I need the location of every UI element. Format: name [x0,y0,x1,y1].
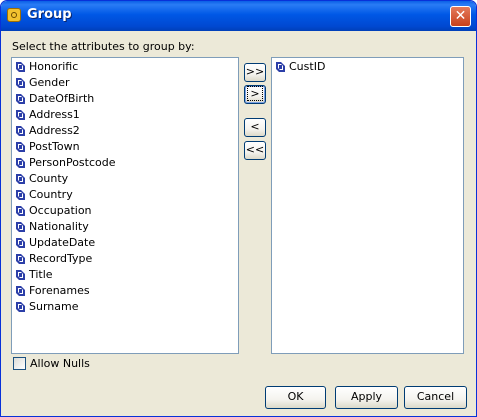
attribute-icon [16,222,25,232]
available-attribute-item-label: Address1 [29,108,80,121]
available-attribute-item-label: Surname [29,300,79,313]
attribute-icon [16,62,25,72]
remove-all-button[interactable]: << [244,141,266,160]
attribute-icon [16,302,25,312]
close-icon[interactable]: ✕ [450,6,471,27]
selected-attributes-list[interactable]: CustID [271,57,464,354]
available-attribute-item-label: Address2 [29,124,80,137]
available-attribute-item[interactable]: Nationality [12,219,238,235]
available-attribute-item[interactable]: Country [12,187,238,203]
available-attribute-item[interactable]: Gender [12,75,238,91]
attribute-icon [16,190,25,200]
available-attribute-item-label: Honorific [29,60,79,73]
available-attribute-item[interactable]: PostTown [12,139,238,155]
available-attribute-item[interactable]: County [12,171,238,187]
available-attribute-item[interactable]: PersonPostcode [12,155,238,171]
attribute-icon [16,238,25,248]
attribute-icon [16,142,25,152]
attribute-icon [16,206,25,216]
available-attribute-item[interactable]: Honorific [12,59,238,75]
attribute-icon [16,78,25,88]
add-all-button[interactable]: >> [244,63,266,82]
apply-button[interactable]: Apply [335,386,398,409]
remove-button[interactable]: < [244,118,266,137]
available-attribute-item[interactable]: Title [12,267,238,283]
available-attribute-item-label: RecordType [29,252,93,265]
attribute-icon [16,110,25,120]
attribute-icon [276,62,285,72]
available-attribute-item[interactable]: UpdateDate [12,235,238,251]
allow-nulls-checkbox[interactable] [13,357,26,370]
available-attribute-item-label: Occupation [29,204,92,217]
attribute-icon [16,254,25,264]
available-attribute-item-label: Gender [29,76,70,89]
available-attributes-list[interactable]: Honorific Gender DateOfBirth Address1 Addres… [11,57,239,354]
available-attribute-item[interactable]: DateOfBirth [12,91,238,107]
attribute-icon [16,158,25,168]
group-dialog: Group ✕ Select the attributes to group b… [0,0,477,417]
available-attribute-item-label: Title [29,268,53,281]
available-attribute-item-label: County [29,172,69,185]
available-attribute-item-label: PostTown [29,140,80,153]
attribute-icon [16,270,25,280]
available-attribute-item-label: Nationality [29,220,89,233]
available-attribute-item-label: Country [29,188,73,201]
selected-attribute-item[interactable]: CustID [272,59,463,75]
available-attribute-item[interactable]: Occupation [12,203,238,219]
group-app-icon [7,8,21,22]
selected-attribute-item-label: CustID [289,60,326,73]
available-attribute-item[interactable]: Address2 [12,123,238,139]
available-attribute-item[interactable]: Address1 [12,107,238,123]
group-by-prompt: Select the attributes to group by: [12,40,195,53]
attribute-icon [16,126,25,136]
available-attribute-item-label: DateOfBirth [29,92,95,105]
attribute-icon [16,94,25,104]
cancel-button[interactable]: Cancel [404,386,467,409]
available-attribute-item[interactable]: Surname [12,299,238,315]
available-attribute-item[interactable]: RecordType [12,251,238,267]
available-attribute-item-label: UpdateDate [29,236,96,249]
window-title: Group [27,7,72,22]
available-attribute-item-label: PersonPostcode [29,156,116,169]
ok-button[interactable]: OK [265,386,326,409]
available-attribute-item-label: Forenames [29,284,90,297]
available-attribute-item[interactable]: Forenames [12,283,238,299]
attribute-icon [16,286,25,296]
title-bar[interactable]: Group ✕ [1,1,476,31]
allow-nulls-label[interactable]: Allow Nulls [30,357,90,370]
add-button[interactable]: > [244,85,266,104]
attribute-icon [16,174,25,184]
